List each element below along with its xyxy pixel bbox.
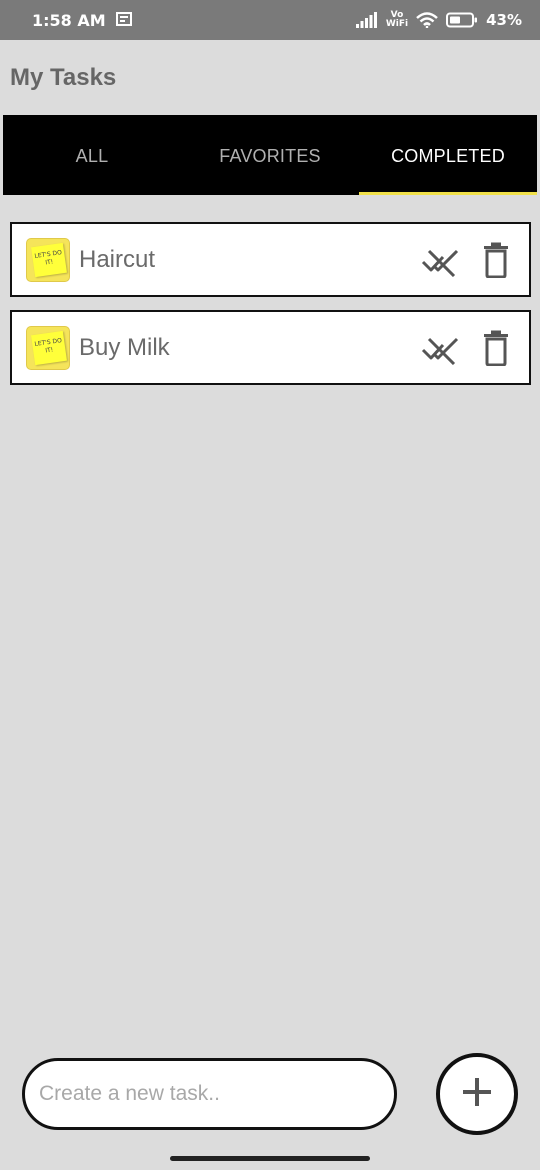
home-indicator[interactable] xyxy=(170,1156,370,1161)
delete-icon[interactable] xyxy=(483,330,509,366)
task-actions xyxy=(421,242,509,278)
task-thumbnail: LET'S DO IT! xyxy=(26,237,70,282)
task-title: Haircut xyxy=(79,245,156,273)
task-list: LET'S DO IT! Haircut LET'S DO IT! Buy Mi… xyxy=(10,222,531,398)
task-thumbnail: LET'S DO IT! xyxy=(26,325,70,370)
tab-bar: ALL FAVORITES COMPLETED xyxy=(3,115,537,195)
screenshot-icon xyxy=(115,11,132,30)
task-title: Buy Milk xyxy=(79,333,170,361)
add-task-button[interactable] xyxy=(436,1053,518,1135)
remove-done-icon[interactable] xyxy=(421,243,461,277)
tab-completed[interactable]: COMPLETED xyxy=(359,115,537,195)
remove-done-icon[interactable] xyxy=(421,331,461,365)
task-item[interactable]: LET'S DO IT! Haircut xyxy=(10,222,531,297)
sticky-note-image: LET'S DO IT! xyxy=(31,330,67,365)
tab-all[interactable]: ALL xyxy=(3,115,181,195)
tab-favorites[interactable]: FAVORITES xyxy=(181,115,359,195)
signal-icon xyxy=(355,12,378,28)
battery-percent: 43% xyxy=(486,11,522,29)
delete-icon[interactable] xyxy=(483,242,509,278)
plus-icon xyxy=(461,1076,493,1113)
battery-icon xyxy=(446,12,478,28)
vowifi-wifi: WiFi xyxy=(385,19,409,29)
status-left: 1:58 AM xyxy=(32,11,132,30)
status-time: 1:58 AM xyxy=(32,10,106,30)
status-right: Vo WiFi 43% xyxy=(355,11,522,29)
task-actions xyxy=(421,330,509,366)
status-bar: 1:58 AM Vo WiFi 43% xyxy=(0,0,540,40)
task-item[interactable]: LET'S DO IT! Buy Milk xyxy=(10,310,531,385)
new-task-input[interactable] xyxy=(22,1058,397,1130)
vowifi-indicator: Vo WiFi xyxy=(386,11,408,29)
page-title: My Tasks xyxy=(10,64,117,91)
sticky-note-image: LET'S DO IT! xyxy=(31,242,67,277)
wifi-icon xyxy=(416,12,438,28)
